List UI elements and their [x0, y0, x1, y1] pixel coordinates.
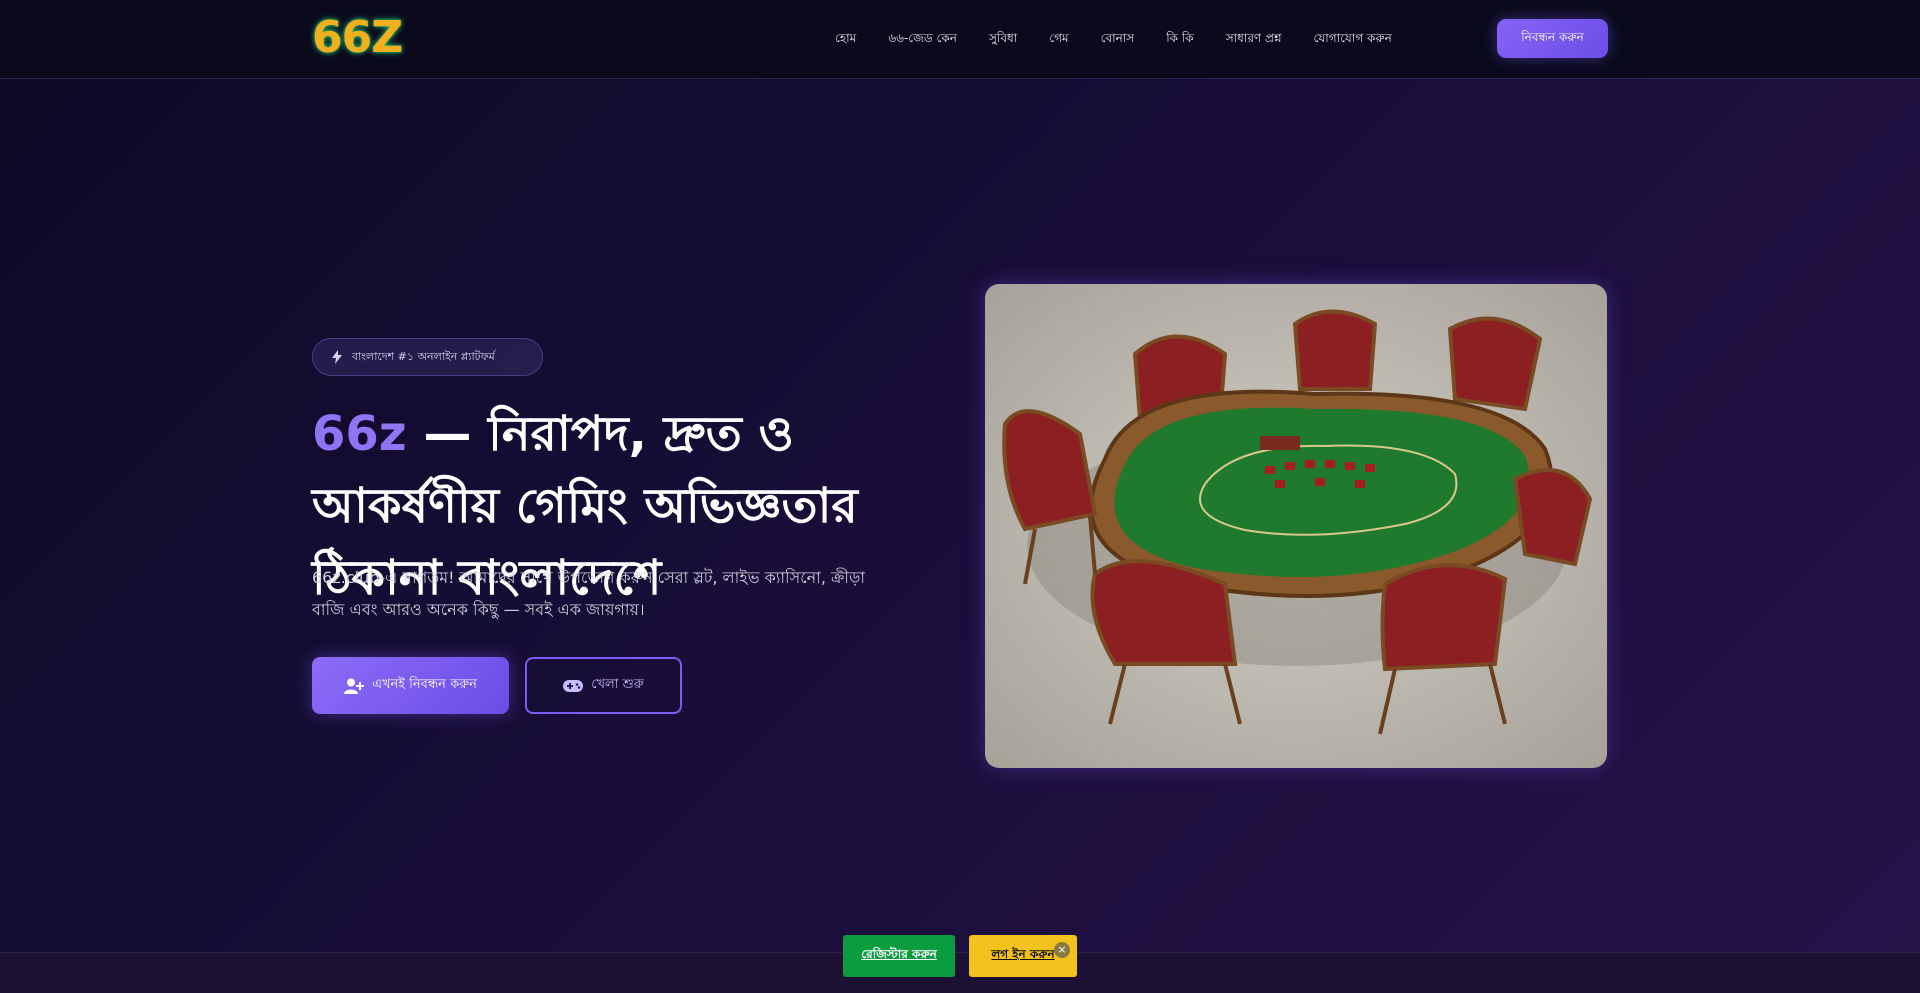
hero-title-accent: 66z [312, 406, 407, 462]
close-icon[interactable]: × [1054, 942, 1070, 958]
register-now-label: এখনই নিবন্ধন করুন [372, 677, 477, 692]
gamepad-icon [563, 679, 584, 692]
nav-item-why[interactable]: ৬৬-জেড কেন [888, 30, 957, 50]
start-playing-label: খেলা শুরু [591, 677, 644, 692]
user-plus-icon [344, 678, 365, 694]
nav-item-features[interactable]: সুবিধা [989, 30, 1017, 50]
register-now-button[interactable]: এখনই নিবন্ধন করুন [312, 657, 509, 714]
poker-table-illustration [1002, 309, 1593, 735]
hero-badge: বাংলাদেশ #১ অনলাইন প্ল্যাটফর্ম [312, 338, 543, 376]
bottom-bar [0, 952, 1920, 993]
hero-description: 66z.club-এ স্বাগতম! আমাদের সাথে উপভোগ কর… [312, 568, 866, 619]
nav-item-games[interactable]: গেম [1049, 30, 1068, 50]
site-logo[interactable]: 66Z [312, 12, 403, 63]
nav-item-contact[interactable]: যোগাযোগ করুন [1314, 30, 1392, 50]
nav-item-what[interactable]: কি কি [1166, 30, 1193, 50]
nav-item-bonus[interactable]: বোনাস [1101, 30, 1135, 50]
register-button-header[interactable]: নিবন্ধন করুন [1497, 19, 1608, 58]
nav-item-faq[interactable]: সাধারণ প্রশ্ন [1226, 30, 1282, 50]
nav-item-home[interactable]: হোম [835, 30, 856, 50]
hero-badge-text: বাংলাদেশ #১ অনলাইন প্ল্যাটফর্ম [352, 349, 495, 363]
start-playing-button[interactable]: খেলা শুরু [525, 657, 682, 714]
poker-table-image [985, 284, 1607, 768]
site-header: 66Z হোম ৬৬-জেড কেন সুবিধা গেম বোনাস কি ক… [0, 0, 1920, 79]
lightning-icon [332, 350, 342, 364]
main-nav: হোম ৬৬-জেড কেন সুবিধা গেম বোনাস কি কি সা… [835, 0, 1424, 79]
register-bottom-button[interactable]: রেজিস্টার করুন [843, 935, 955, 977]
